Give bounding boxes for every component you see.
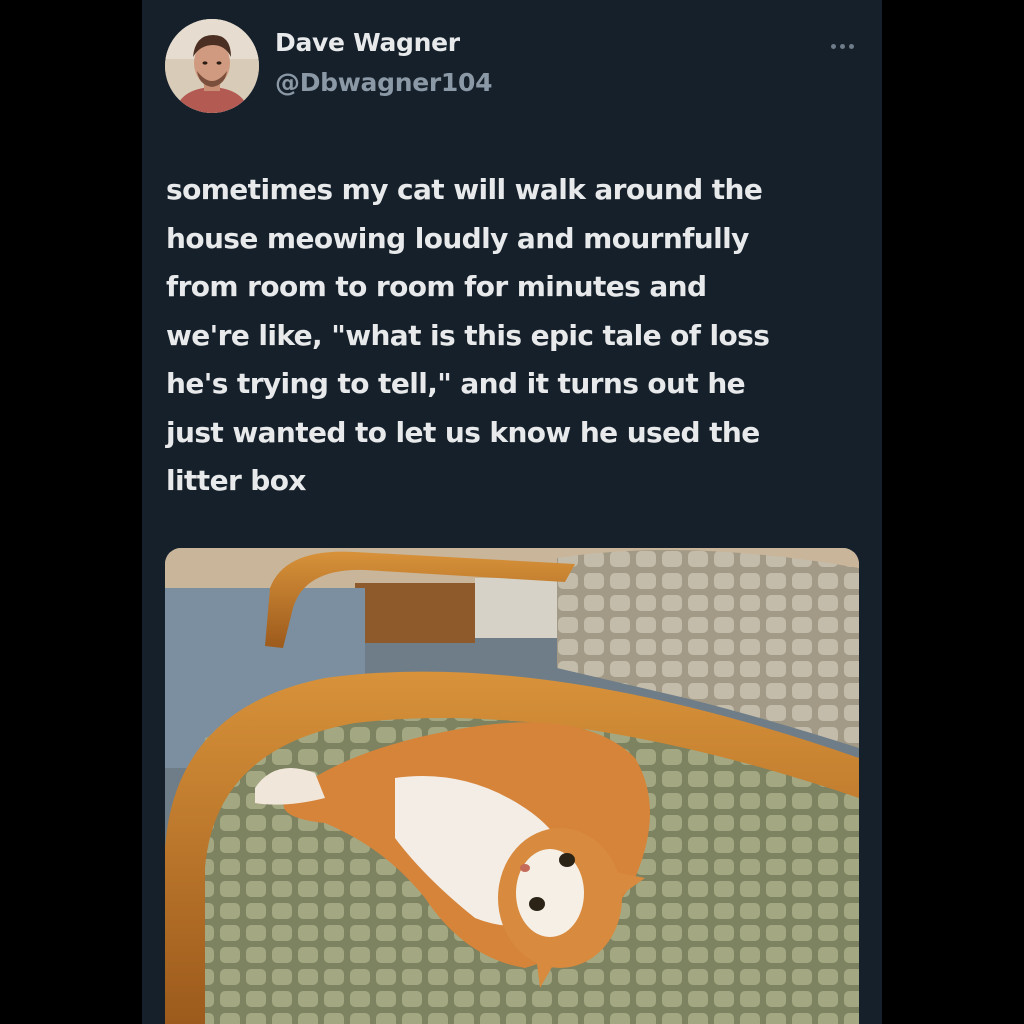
- cat-photo-illustration: [165, 548, 859, 1024]
- author-name[interactable]: Dave Wagner: [275, 28, 460, 57]
- more-options-button[interactable]: [822, 32, 862, 60]
- avatar-photo: [165, 19, 259, 113]
- avatar[interactable]: [165, 19, 259, 113]
- tweet-card: Dave Wagner @Dbwagner104 sometimes my ca…: [142, 0, 882, 1024]
- more-horizontal-icon: [830, 43, 836, 49]
- tweet-text: sometimes my cat will walk around the ho…: [166, 173, 770, 497]
- author-handle[interactable]: @Dbwagner104: [275, 68, 492, 97]
- tweet-media-photo[interactable]: [165, 548, 859, 1024]
- screenshot-frame: Dave Wagner @Dbwagner104 sometimes my ca…: [0, 0, 1024, 1024]
